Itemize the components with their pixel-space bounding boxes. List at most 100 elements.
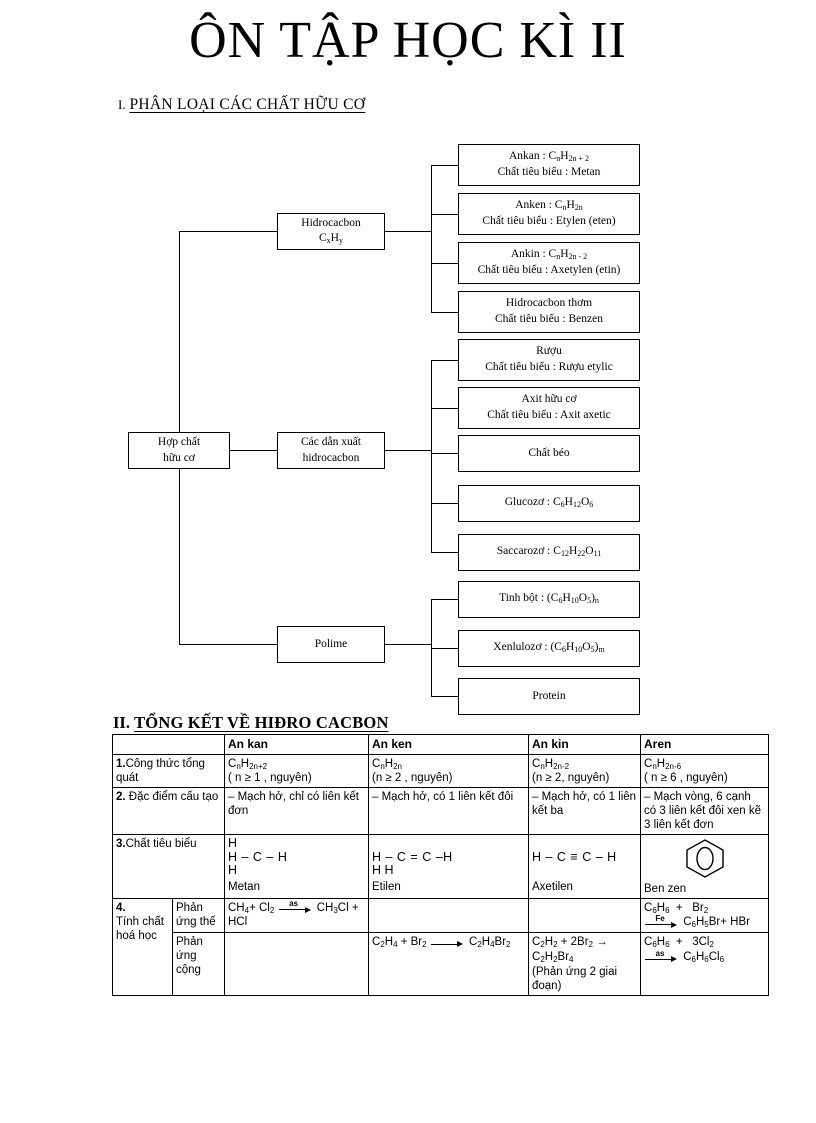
metan-bot-h: H xyxy=(228,862,238,877)
leaf-anken: Anken : CnH2n Chất tiêu biểu : Etylen (e… xyxy=(458,193,640,235)
cell-ankin-cong-thuc: CnH2n-2 (n ≥ 2, nguyên) xyxy=(528,753,641,789)
metan-top-h: H xyxy=(228,836,238,851)
reaction-arrow xyxy=(430,936,465,948)
formula: CnH2n-2 xyxy=(532,757,570,771)
table-row-cong-thuc: 1.Công thức tổng quát CnH2n+2 ( n ≥ 1 , … xyxy=(112,753,769,789)
cell-anken-cong-thuc: CnH2n (n ≥ 2 , nguyên) xyxy=(368,753,529,789)
leaf-line-1: Ankin : CnH2n - 2 xyxy=(510,248,588,262)
row-label-dac-diem: 2. Đặc điểm cấu tạo xyxy=(112,787,225,836)
arrow-head xyxy=(671,956,677,963)
node-hidrocacbon: Hidrocacbon CxHy xyxy=(277,213,385,250)
leaf-chat-beo: Chất béo xyxy=(458,435,640,472)
leaf-line-2: Chất tiêu biểu : Axetylen (etin) xyxy=(477,264,621,277)
connector-root-to-hidrocacbon xyxy=(179,231,277,232)
row-number: 1. xyxy=(116,757,126,770)
node-line-2: hữu cơ xyxy=(163,451,195,464)
leaf-line-1: Chất béo xyxy=(528,446,570,459)
cell-ankan-cong xyxy=(224,932,369,996)
cell-anken-the xyxy=(368,897,529,933)
connector-danxuat-out xyxy=(385,450,431,451)
col-header-aren: Aren xyxy=(640,734,769,755)
row-number: 4. xyxy=(116,901,126,914)
node-polime: Polime xyxy=(277,626,385,663)
table-header-row: An kan An ken An kin Aren xyxy=(112,734,769,755)
metan-mid: H – C – H xyxy=(228,849,288,864)
formula: CnH2n xyxy=(372,757,402,771)
node-line-2: CxHy xyxy=(319,232,343,246)
leaf-hidrocacbon-thom: Hidrocacbon thơm Chất tiêu biểu : Benzen xyxy=(458,291,640,333)
reaction-left: CH4+ Cl2 xyxy=(228,901,275,915)
leaf-tinh-bot: Tinh bột : (C6H10O5)n xyxy=(458,581,640,618)
cell-ankin-dac-diem: – Mạch hở, có 1 liên kết ba xyxy=(528,787,641,836)
reaction-left: C6H6 + 3Cl2 xyxy=(644,936,714,949)
leaf-line-2: Chất tiêu biểu : Rượu etylic xyxy=(485,361,613,373)
row-number: 3. xyxy=(116,838,126,851)
cell-ankin-structure: H – C ≡ C – H Axetilen xyxy=(528,834,641,899)
reaction-note: (Phản ứng 2 giai đoạn) xyxy=(532,965,618,992)
row-label-text: Tính chất hoá học xyxy=(116,915,164,942)
connector-polime-stub-2 xyxy=(431,648,458,649)
axetilen-mid: H – C ≡ C – H xyxy=(532,849,617,864)
node-line-1: Hợp chất xyxy=(157,435,201,448)
leaf-axit-huu-co: Axit hữu cơ Chất tiêu biểu : Axit axetic xyxy=(458,387,640,429)
leaf-xenlulozo: Xenlulozơ : (C6H10O5)m xyxy=(458,630,640,667)
connector-polime-stub-3 xyxy=(431,696,458,697)
sub-row-label-cong: Phản ứng cộng xyxy=(172,932,225,996)
table-row-phan-ung-cong: Phản ứng cộng C2H4 + Br2 C2H4Br2 C2H2 + … xyxy=(113,932,769,996)
formula: CnH2n+2 xyxy=(228,757,268,771)
connector-danxuat-stub-3 xyxy=(431,453,458,454)
leaf-line-1: Anken : CnH2n xyxy=(515,199,583,213)
reaction-arrow: as xyxy=(278,900,313,913)
col-header-ankan: An kan xyxy=(224,734,369,755)
section-2-heading: II. TỔNG KẾT VỀ HIĐRO CACBON xyxy=(113,713,389,733)
sub-row-label-the: Phản ứng thế xyxy=(172,897,225,933)
connector-danxuat-stub-1 xyxy=(431,360,458,361)
connector-polime-stub-1 xyxy=(431,599,458,600)
row-label-tinh-chat: 4. Tính chất hoá học xyxy=(112,897,173,996)
connector-danxuat-stub-4 xyxy=(431,503,458,504)
leaf-glucozo: Glucozơ : C6H12O6 xyxy=(458,485,640,522)
row-number: 2. xyxy=(116,791,126,804)
arrow-head xyxy=(456,941,463,948)
connector-danxuat-bracket xyxy=(431,360,432,553)
connector-hidrocacbon-out xyxy=(385,231,431,232)
cell-aren-dac-diem: – Mạch vòng, 6 cạnh có 3 liên kết đôi xe… xyxy=(640,787,769,836)
connector-root-trunk xyxy=(179,231,180,432)
section-2-number: II. xyxy=(113,713,130,732)
reaction-left: C2H4 + Br2 xyxy=(372,936,427,949)
reaction-text: C2H2 + 2Br2 → C2H2Br4 xyxy=(532,936,608,964)
section-2-title: TỔNG KẾT VỀ HIĐRO CACBON xyxy=(134,713,389,732)
etilen-mid: H – C = C –H xyxy=(372,849,453,864)
row-label-text: Chất tiêu biểu xyxy=(125,838,197,851)
cell-aren-structure: Ben zen xyxy=(640,834,769,899)
connector-danxuat-stub-2 xyxy=(431,408,458,409)
hydrocarbon-summary-table: An kan An ken An kin Aren 1.Công thức tổ… xyxy=(112,734,769,996)
cell-aren-the: C6H6 + Br2 Fe C6H5Br+ HBr xyxy=(640,897,769,933)
cell-ankan-structure: H H – C – H H Metan xyxy=(224,834,369,899)
leaf-line-1: Axit hữu cơ xyxy=(521,393,577,406)
cell-aren-cong: C6H6 + 3Cl2 as C6H6Cl6 xyxy=(640,932,769,996)
condition: ( n ≥ 6 , nguyên) xyxy=(644,772,728,785)
cell-anken-dac-diem: – Mạch hở, có 1 liên kết đôi xyxy=(368,787,529,836)
reaction-arrow: Fe xyxy=(645,915,679,928)
benzene-ring-icon xyxy=(685,839,724,879)
leaf-line-1: Hidrocacbon thơm xyxy=(505,297,593,310)
leaf-line-2: Chất tiêu biểu : Axit axetic xyxy=(487,409,611,421)
compound-name-metan: Metan xyxy=(228,880,260,893)
leaf-line-1: Protein xyxy=(532,689,566,702)
connector-hidrocacbon-stub-2 xyxy=(431,214,458,215)
row-label-text: Công thức tổng quát xyxy=(116,757,205,784)
cell-anken-cong: C2H4 + Br2 C2H4Br2 xyxy=(368,932,529,996)
table-row-chat-tieu-bieu: 3.Chất tiêu biểu H H – C – H H Metan H –… xyxy=(112,834,769,899)
col-header-ankin: An kin xyxy=(528,734,641,755)
leaf-line-1: Xenlulozơ : (C6H10O5)m xyxy=(493,641,605,655)
connector-danxuat-stub-5 xyxy=(431,552,458,553)
connector-root-to-danxuat xyxy=(230,450,277,451)
cell-ankan-the: CH4+ Cl2 as CH3Cl + HCl xyxy=(224,897,369,933)
cell-ankan-cong-thuc: CnH2n+2 ( n ≥ 1 , nguyên) xyxy=(224,753,369,789)
compound-name-axetilen: Axetilen xyxy=(532,880,573,893)
node-line-2: hidrocacbon xyxy=(302,451,360,464)
